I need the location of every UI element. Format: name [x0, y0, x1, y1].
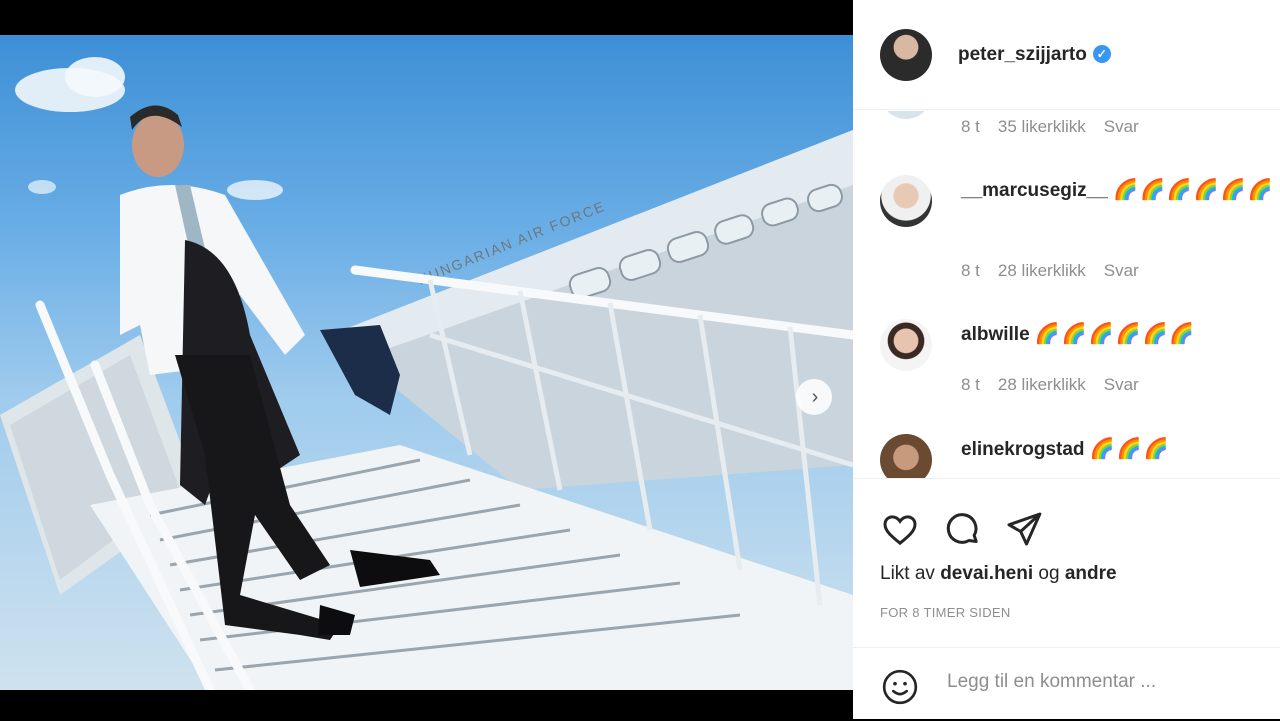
share-icon[interactable]: [1004, 509, 1044, 549]
author-username-text[interactable]: peter_szijjarto: [958, 44, 1087, 65]
smiley-icon[interactable]: [880, 667, 920, 707]
photo-pane: HUNGARIAN AIR FORCE ›: [0, 0, 853, 719]
comment-reply-button[interactable]: Svar: [1104, 117, 1139, 137]
comment-meta: 8 t 35 likerklikk Svar: [961, 117, 1139, 137]
comment-icon[interactable]: [942, 509, 982, 549]
carousel-next-button[interactable]: ›: [796, 379, 832, 415]
post-timestamp[interactable]: FOR 8 TIMER SIDEN: [880, 605, 1011, 620]
heart-icon[interactable]: [880, 509, 920, 549]
liked-by-user[interactable]: devai.heni: [940, 563, 1033, 584]
comment-username[interactable]: __marcusegiz__: [961, 180, 1108, 201]
verified-icon: ✓: [1092, 44, 1111, 63]
comment-avatar[interactable]: [880, 434, 932, 478]
action-icons: [880, 509, 1044, 549]
post-actions: Likt av devai.heni og andre FOR 8 TIMER …: [853, 478, 1280, 720]
comment-avatar[interactable]: [880, 175, 932, 227]
likes-joiner: og: [1038, 563, 1060, 584]
likes-prefix: Likt av: [880, 563, 935, 584]
comment-text: elinekrogstad 🌈🌈🌈: [961, 434, 1280, 465]
comment-body: 🌈🌈🌈🌈🌈🌈: [1113, 179, 1275, 201]
likes-line: Likt av devai.heni og andre: [880, 563, 1117, 585]
comment-avatar[interactable]: [880, 111, 932, 119]
comment-input[interactable]: [945, 670, 1249, 694]
comments-list[interactable]: 8 t 35 likerklikk Svar __marcusegiz__ 🌈🌈…: [853, 111, 1280, 478]
comment-username[interactable]: elinekrogstad: [961, 439, 1085, 460]
comment-text: albwille 🌈🌈🌈🌈🌈🌈: [961, 319, 1280, 350]
comment-avatar[interactable]: [880, 319, 932, 371]
comment-likes[interactable]: 35 likerklikk: [998, 117, 1086, 137]
comment-time[interactable]: 8 t: [961, 375, 980, 395]
comment-likes[interactable]: 28 likerklikk: [998, 375, 1086, 395]
comment-text: __marcusegiz__ 🌈🌈🌈🌈🌈🌈: [961, 175, 1280, 206]
comment-likes[interactable]: 28 likerklikk: [998, 261, 1086, 281]
post-photo[interactable]: HUNGARIAN AIR FORCE ›: [0, 35, 853, 690]
comment-reply-button[interactable]: Svar: [1104, 261, 1139, 281]
author-avatar[interactable]: [880, 28, 932, 81]
comment-username[interactable]: albwille: [961, 324, 1030, 345]
add-comment-bar: [853, 647, 1280, 721]
post-sidebar: peter_szijjarto ✓ 8 t 35 likerklikk Svar …: [853, 0, 1280, 719]
comment-time[interactable]: 8 t: [961, 117, 980, 137]
author-username[interactable]: peter_szijjarto ✓: [958, 44, 1111, 66]
chevron-right-icon: ›: [811, 386, 819, 408]
post-header: peter_szijjarto ✓: [853, 0, 1280, 110]
comment-meta: 8 t 28 likerklikk Svar: [961, 375, 1139, 395]
comment-time[interactable]: 8 t: [961, 261, 980, 281]
comment-body: 🌈🌈🌈: [1089, 438, 1171, 460]
liked-by-others[interactable]: andre: [1065, 563, 1117, 584]
comment-body: 🌈🌈🌈🌈🌈🌈: [1034, 323, 1197, 345]
comment-reply-button[interactable]: Svar: [1104, 375, 1139, 395]
photo-illustration: HUNGARIAN AIR FORCE: [0, 57, 853, 690]
comment-meta: 8 t 28 likerklikk Svar: [961, 261, 1139, 281]
